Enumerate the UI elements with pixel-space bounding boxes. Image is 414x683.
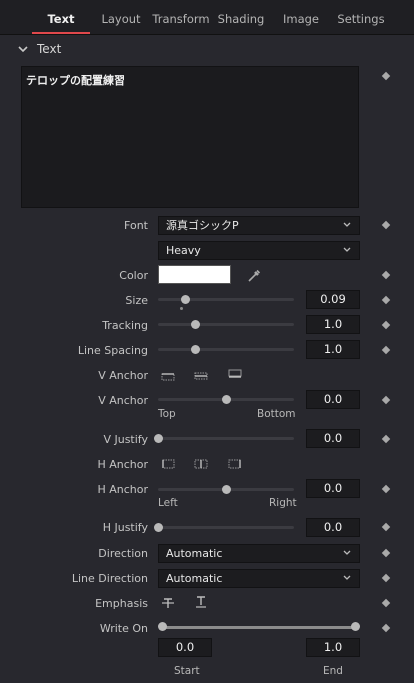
line-spacing-value-field[interactable]: 1.0 [306,340,360,359]
line-direction-keyframe-icon[interactable] [381,573,391,583]
write-on-end-field[interactable]: 1.0 [306,638,360,657]
line-spacing-slider-knob[interactable] [190,345,200,354]
tab-image[interactable]: Image [272,0,330,34]
v-anchor-slider-label: V Anchor [98,394,148,407]
font-keyframe-icon[interactable] [381,220,391,230]
v-anchor-label: V Anchor [98,369,148,382]
tab-text[interactable]: Text [32,0,90,34]
chevron-down-icon [18,46,28,53]
size-label: Size [125,294,148,307]
h-anchor-min-label: Left [158,497,178,509]
line-spacing-keyframe-icon[interactable] [381,345,391,355]
v-justify-label: V Justify [103,433,148,446]
size-value-field[interactable]: 0.09 [306,290,360,309]
color-label: Color [119,269,148,282]
direction-value: Automatic [166,547,223,560]
line-spacing-slider[interactable] [158,345,294,354]
tracking-value-field[interactable]: 1.0 [306,315,360,334]
emphasis-label: Emphasis [95,597,148,610]
anchor-left-icon[interactable] [161,459,175,469]
anchor-middle-icon[interactable] [194,371,208,381]
styled-text-keyframe-icon[interactable] [381,71,391,81]
chevron-down-icon [343,575,351,580]
strikethrough-icon[interactable] [161,597,175,609]
tab-transform[interactable]: Transform [150,0,212,34]
font-label: Font [124,219,148,232]
v-justify-value-field[interactable]: 0.0 [306,429,360,448]
anchor-bottom-icon[interactable] [228,369,242,379]
line-direction-dropdown[interactable]: Automatic [158,569,360,588]
v-anchor-value-field[interactable]: 0.0 [306,390,360,409]
h-anchor-max-label: Right [269,497,297,509]
color-swatch[interactable] [158,265,231,284]
text-section-header[interactable]: Text [0,38,414,60]
h-justify-keyframe-icon[interactable] [381,522,391,532]
anchor-center-icon[interactable] [194,459,208,469]
size-default-marker [180,307,183,310]
write-on-start-field[interactable]: 0.0 [158,638,212,657]
line-spacing-label: Line Spacing [77,344,148,357]
h-anchor-keyframe-icon[interactable] [381,484,391,494]
section-title: Text [37,42,62,56]
chevron-down-icon [343,222,351,227]
size-slider-knob[interactable] [181,295,191,304]
v-justify-slider-knob[interactable] [154,434,163,443]
h-anchor-slider-label: H Anchor [97,483,148,496]
inspector-tab-bar: Text Layout Transform Shading Image Sett… [0,0,414,35]
line-direction-label: Line Direction [71,572,148,585]
direction-keyframe-icon[interactable] [381,548,391,558]
tracking-label: Tracking [102,319,148,332]
size-keyframe-icon[interactable] [381,295,391,305]
write-on-end-knob[interactable] [351,622,360,631]
v-anchor-slider[interactable] [158,395,294,404]
v-anchor-min-label: Top [158,408,176,420]
h-justify-label: H Justify [102,521,148,534]
write-on-range-slider[interactable] [161,626,355,629]
font-family-value: 源真ゴシックP [166,219,239,232]
h-justify-slider-knob[interactable] [154,523,163,532]
font-style-value: Heavy [166,244,201,257]
tab-settings[interactable]: Settings [332,0,390,34]
v-justify-keyframe-icon[interactable] [381,434,391,444]
tab-layout[interactable]: Layout [93,0,149,34]
v-anchor-max-label: Bottom [257,408,296,420]
tracking-keyframe-icon[interactable] [381,320,391,330]
underline-icon[interactable] [194,596,208,608]
tracking-slider-knob[interactable] [190,320,200,329]
chevron-down-icon [343,247,351,252]
font-style-dropdown[interactable]: Heavy [158,241,360,260]
write-on-label: Write On [99,622,148,635]
h-justify-slider[interactable] [154,523,294,532]
anchor-right-icon[interactable] [228,459,242,469]
color-keyframe-icon[interactable] [381,270,391,280]
line-direction-value: Automatic [166,572,223,585]
anchor-top-icon[interactable] [161,371,175,381]
h-anchor-slider-knob[interactable] [222,485,231,494]
h-anchor-label: H Anchor [97,458,148,471]
write-on-start-label: Start [174,665,200,677]
direction-dropdown[interactable]: Automatic [158,544,360,563]
write-on-start-knob[interactable] [158,622,167,631]
h-anchor-value-field[interactable]: 0.0 [306,479,360,498]
styled-text-input[interactable]: テロップの配置練習 [21,66,359,208]
h-justify-value-field[interactable]: 0.0 [306,518,360,537]
eyedropper-icon[interactable] [246,268,262,284]
v-justify-slider[interactable] [154,434,294,443]
font-family-dropdown[interactable]: 源真ゴシックP [158,216,360,235]
write-on-keyframe-icon[interactable] [381,623,391,633]
direction-label: Direction [98,547,148,560]
size-slider[interactable] [158,295,294,304]
h-anchor-slider[interactable] [158,485,294,494]
v-anchor-slider-knob[interactable] [222,395,231,404]
chevron-down-icon [343,550,351,555]
write-on-end-label: End [323,665,343,677]
tracking-slider[interactable] [158,320,294,329]
tab-shading[interactable]: Shading [213,0,269,34]
emphasis-keyframe-icon[interactable] [381,598,391,608]
v-anchor-keyframe-icon[interactable] [381,395,391,405]
